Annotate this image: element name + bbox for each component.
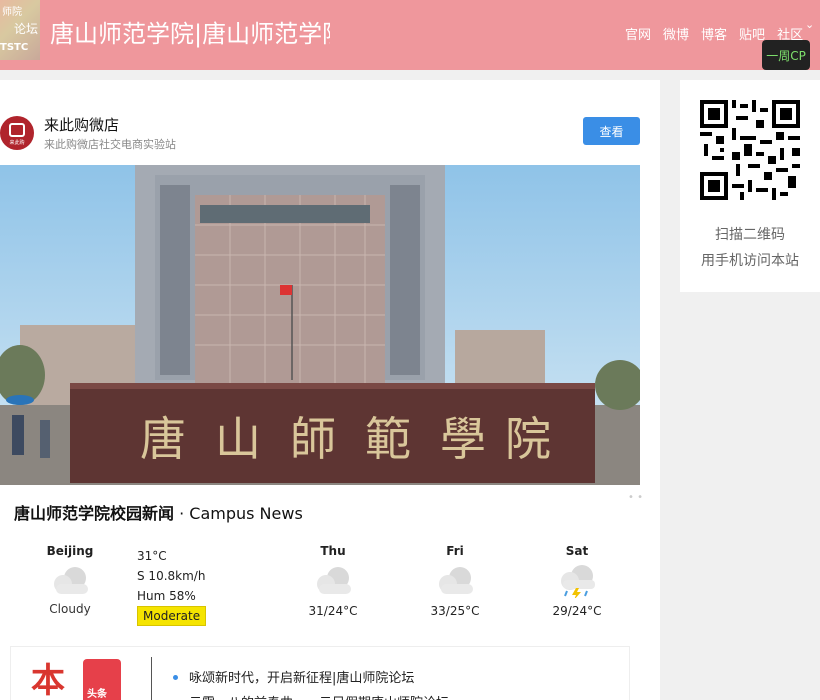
qr-card: 扫描二维码 用手机访问本站 xyxy=(680,80,820,292)
svg-text:山: 山 xyxy=(215,412,261,466)
weather-wind: S 10.8km/h xyxy=(137,569,206,583)
svg-text:師: 師 xyxy=(290,412,336,466)
forecast-day: Fri 33/25°C xyxy=(420,544,490,618)
svg-text:學: 學 xyxy=(440,412,486,466)
forecast-temp: 31/24°C xyxy=(308,604,358,618)
shop-avatar[interactable]: 来此购 xyxy=(0,116,34,150)
site-logo[interactable]: 师院 论坛 TSTC xyxy=(0,0,40,60)
svg-text:唐: 唐 xyxy=(140,412,186,466)
weather-temp: 31°C xyxy=(137,549,167,563)
news-heading-cn: 唐山师范学院校园新闻 xyxy=(14,504,175,523)
week-cp-button[interactable]: 一周CP xyxy=(762,40,810,70)
weather-city: Beijing xyxy=(46,544,94,558)
forecast-day: Thu 31/24°C xyxy=(298,544,368,618)
qr-caption-1: 扫描二维码 xyxy=(715,227,785,243)
news-heading-en: · Campus News xyxy=(174,504,303,523)
shop-subtitle: 来此购微店社交电商实验站 xyxy=(44,138,176,151)
main-card: 来此购 来此购微店 来此购微店社交电商实验站 查看 唐 山 師 範 學 院 唐山… xyxy=(0,80,660,700)
shop-logo-icon xyxy=(9,123,25,137)
campus-building-image: 唐山 師範 學院 xyxy=(0,165,640,485)
forecast-day: Sat 29/24°C xyxy=(542,544,612,618)
thunderstorm-icon xyxy=(555,564,599,600)
cloudy-icon xyxy=(433,564,477,598)
chevron-down-icon[interactable]: ⌄ xyxy=(805,18,814,31)
logo-text-3: TSTC xyxy=(0,42,29,53)
avatar-label: 来此购 xyxy=(9,140,25,146)
logo-text-2: 论坛 xyxy=(14,22,39,36)
news-heading: 唐山师范学院校园新闻 · Campus News xyxy=(14,500,303,524)
logo-text-1: 师院 xyxy=(2,7,22,18)
qr-caption-2: 用手机访问本站 xyxy=(701,253,799,269)
svg-text:範: 範 xyxy=(365,412,411,466)
shop-name[interactable]: 来此购微店 xyxy=(44,114,119,135)
weather-condition: Cloudy xyxy=(49,602,91,616)
forecast-temp: 33/25°C xyxy=(430,604,480,618)
more-dots-icon[interactable]: • • xyxy=(628,492,643,503)
campus-photo[interactable]: 唐山 師範 學院 xyxy=(0,165,640,485)
divider xyxy=(151,657,152,700)
weather-today: Beijing Cloudy xyxy=(30,544,110,616)
forecast-day-name: Thu xyxy=(320,544,346,558)
news-item[interactable]: 云雾，八的前奏曲，，，云目假期唐山师院论坛 xyxy=(189,692,449,700)
forecast-temp: 29/24°C xyxy=(552,604,602,618)
headline-box: 本 头条 咏颂新时代，开启新征程|唐山师院论坛 云雾，八的前奏曲，，，云目假期唐… xyxy=(10,646,630,700)
weather-humidity: Hum 58% xyxy=(137,589,196,603)
cloudy-icon xyxy=(311,564,355,598)
svg-text:院: 院 xyxy=(505,412,551,466)
bullet-icon xyxy=(173,675,178,680)
shop-row: 来此购 来此购微店 来此购微店社交电商实验站 查看 xyxy=(0,114,640,154)
aqi-badge: Moderate xyxy=(137,606,207,626)
forecast-day-name: Sat xyxy=(565,544,589,558)
forecast-day-name: Fri xyxy=(446,544,464,558)
view-button[interactable]: 查看 xyxy=(583,117,640,145)
weather-widget: Beijing Cloudy 31°C S 10.8km/h Hum 58% M… xyxy=(0,538,640,628)
site-header: 师院 论坛 TSTC 唐山师范学院|唐山师范学院 官网 微博 博客 贴吧 社区 … xyxy=(0,0,820,70)
nav-item-weibo[interactable]: 微博 xyxy=(663,24,689,43)
news-item[interactable]: 咏颂新时代，开启新征程|唐山师院论坛 xyxy=(189,667,414,686)
qr-code-icon xyxy=(700,100,800,200)
nav-item-official[interactable]: 官网 xyxy=(625,24,651,43)
headline-badge-icon: 头条 xyxy=(83,659,121,700)
nav-item-blog[interactable]: 博客 xyxy=(701,24,727,43)
badge-ben: 本 xyxy=(31,661,65,700)
weather-details: 31°C S 10.8km/h Hum 58% Moderate xyxy=(137,546,207,626)
nav-item-tieba[interactable]: 贴吧 xyxy=(739,24,765,43)
site-title[interactable]: 唐山师范学院|唐山师范学院 xyxy=(50,14,330,49)
headline-badge-text: 头条 xyxy=(87,689,107,700)
cloudy-icon xyxy=(48,564,92,598)
